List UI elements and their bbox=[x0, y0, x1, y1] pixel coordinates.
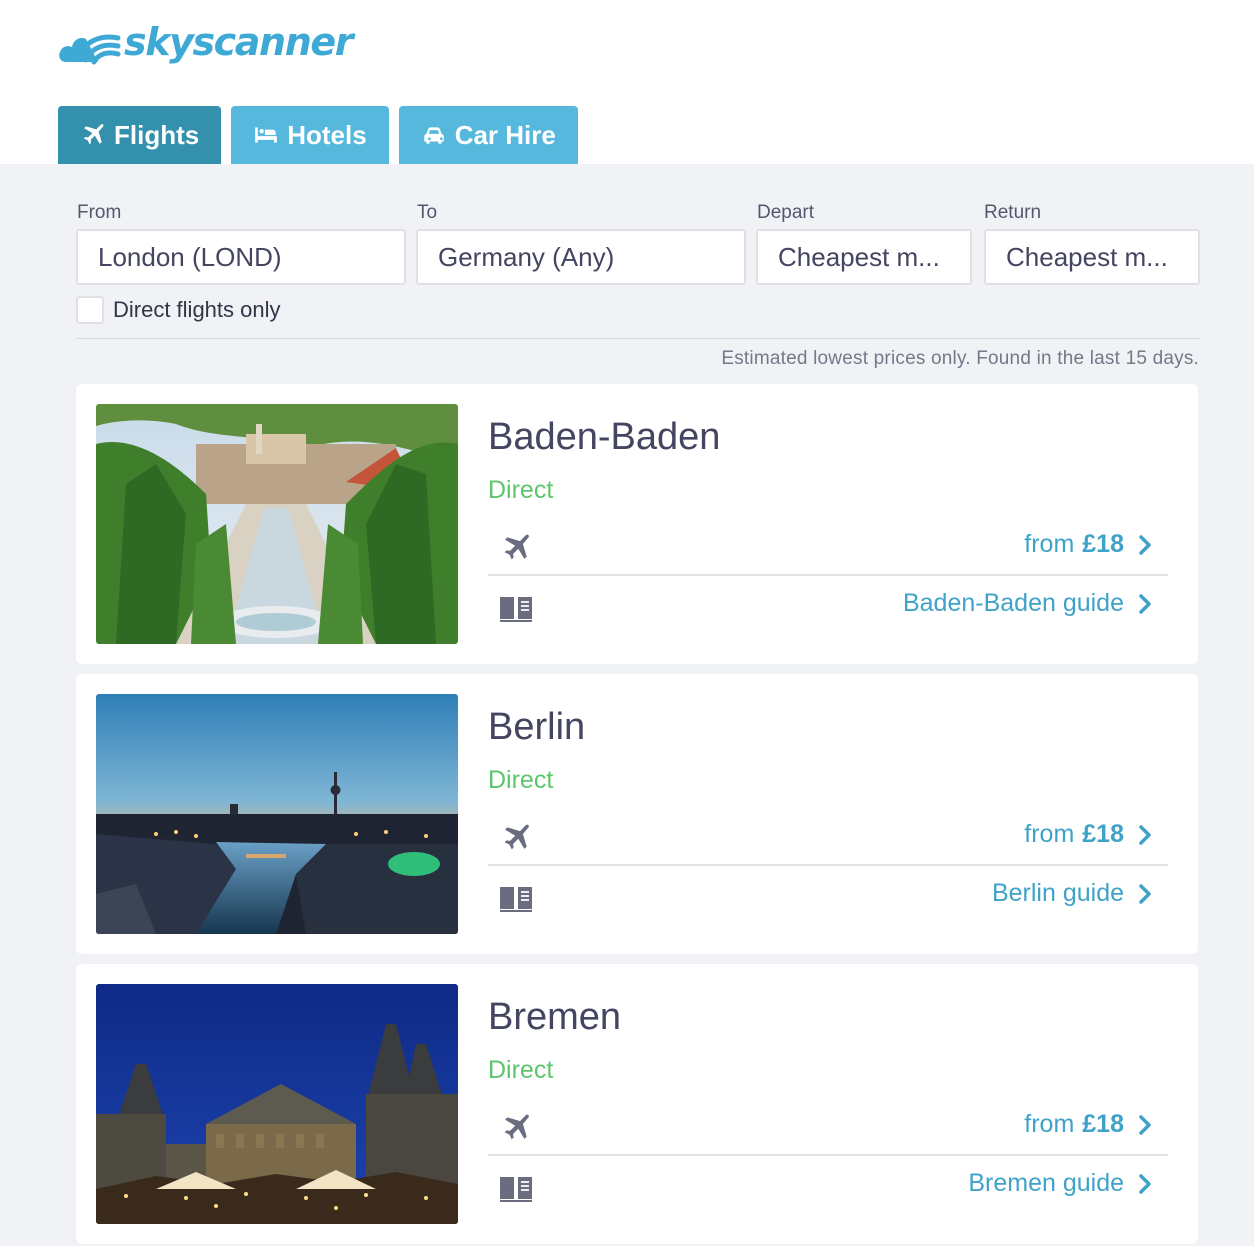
result-card: Berlin Direct from £18 Berlin guide bbox=[76, 674, 1198, 954]
plane-icon bbox=[498, 1112, 534, 1144]
search-panel: From To Depart Return London (LOND) Germ… bbox=[0, 164, 1254, 1246]
depart-field[interactable]: Cheapest m... bbox=[756, 229, 972, 285]
city-name: Berlin bbox=[488, 706, 586, 748]
flight-price-link[interactable]: from £18 bbox=[1024, 530, 1152, 559]
plane-icon bbox=[83, 124, 104, 145]
guide-row[interactable]: Bremen guide bbox=[488, 1157, 1168, 1215]
guide-label: Bremen guide bbox=[968, 1169, 1124, 1197]
direct-flights-checkbox[interactable] bbox=[76, 296, 104, 324]
tab-car-hire[interactable]: Car Hire bbox=[398, 106, 578, 164]
book-icon bbox=[498, 591, 534, 623]
book-icon bbox=[498, 881, 534, 913]
from-label: From bbox=[77, 202, 122, 223]
flight-price-link[interactable]: from £18 bbox=[1024, 820, 1152, 849]
tab-flights[interactable]: Flights bbox=[58, 106, 222, 164]
price-prefix: from bbox=[1024, 530, 1075, 558]
header: skyscanner Flights Hotels Car Hire bbox=[0, 0, 1254, 164]
direct-badge: Direct bbox=[488, 1056, 554, 1084]
chevron-right-icon bbox=[1139, 1114, 1151, 1135]
plane-icon bbox=[498, 532, 534, 564]
flight-price-row[interactable]: from £18 bbox=[488, 808, 1168, 866]
return-label: Return bbox=[984, 202, 1042, 223]
tab-flights-label: Flights bbox=[114, 119, 200, 150]
chevron-right-icon bbox=[1139, 1173, 1151, 1194]
chevron-right-icon bbox=[1139, 593, 1151, 614]
price-value: £18 bbox=[1082, 530, 1124, 558]
guide-link[interactable]: Baden-Baden guide bbox=[903, 589, 1152, 618]
logo-cloud-icon bbox=[59, 34, 121, 65]
guide-link[interactable]: Bremen guide bbox=[968, 1169, 1152, 1198]
destination-photo[interactable] bbox=[96, 984, 458, 1224]
berlin-photo bbox=[96, 694, 458, 934]
depart-label: Depart bbox=[757, 202, 815, 223]
guide-row[interactable]: Baden-Baden guide bbox=[488, 577, 1168, 635]
destination-photo[interactable] bbox=[96, 694, 458, 934]
divider bbox=[76, 338, 1200, 339]
tab-hotels[interactable]: Hotels bbox=[231, 106, 389, 164]
price-prefix: from bbox=[1024, 820, 1075, 848]
price-prefix: from bbox=[1024, 1110, 1075, 1138]
flight-price-link[interactable]: from £18 bbox=[1024, 1110, 1152, 1139]
guide-link[interactable]: Berlin guide bbox=[992, 879, 1152, 908]
from-field[interactable]: London (LOND) bbox=[76, 229, 406, 285]
guide-label: Berlin guide bbox=[991, 879, 1124, 907]
city-name: Bremen bbox=[488, 996, 622, 1038]
direct-badge: Direct bbox=[488, 476, 554, 504]
tab-car-hire-label: Car Hire bbox=[454, 119, 556, 150]
flight-price-row[interactable]: from £18 bbox=[488, 1098, 1168, 1156]
skyscanner-logo[interactable]: skyscanner bbox=[58, 18, 353, 66]
chevron-right-icon bbox=[1139, 883, 1151, 904]
to-field[interactable]: Germany (Any) bbox=[416, 229, 746, 285]
chevron-right-icon bbox=[1139, 534, 1151, 555]
return-field[interactable]: Cheapest m... bbox=[984, 229, 1200, 285]
direct-flights-label: Direct flights only bbox=[113, 297, 281, 322]
result-card: Bremen Direct from £18 Bremen guide bbox=[76, 964, 1198, 1244]
destination-photo[interactable] bbox=[96, 404, 458, 644]
direct-badge: Direct bbox=[488, 766, 554, 794]
book-icon bbox=[498, 1171, 534, 1203]
price-value: £18 bbox=[1082, 1110, 1124, 1138]
product-tabs: Flights Hotels Car Hire bbox=[58, 106, 578, 164]
price-disclaimer: Estimated lowest prices only. Found in t… bbox=[721, 348, 1199, 369]
direct-flights-toggle[interactable]: Direct flights only bbox=[76, 296, 281, 324]
tab-hotels-label: Hotels bbox=[287, 119, 367, 150]
guide-label: Baden-Baden guide bbox=[902, 589, 1124, 617]
car-icon bbox=[423, 127, 444, 144]
flight-price-row[interactable]: from £18 bbox=[488, 518, 1168, 576]
price-value: £18 bbox=[1082, 820, 1124, 848]
result-card: Baden-Baden Direct from £18 Baden-Baden … bbox=[76, 384, 1198, 664]
city-name: Baden-Baden bbox=[488, 416, 721, 458]
bed-icon bbox=[255, 127, 278, 143]
to-label: To bbox=[417, 202, 438, 223]
logo-text: skyscanner bbox=[124, 20, 353, 64]
bremen-photo bbox=[96, 984, 458, 1224]
chevron-right-icon bbox=[1139, 824, 1151, 845]
guide-row[interactable]: Berlin guide bbox=[488, 867, 1168, 925]
baden-baden-photo bbox=[96, 404, 458, 644]
plane-icon bbox=[498, 822, 534, 854]
